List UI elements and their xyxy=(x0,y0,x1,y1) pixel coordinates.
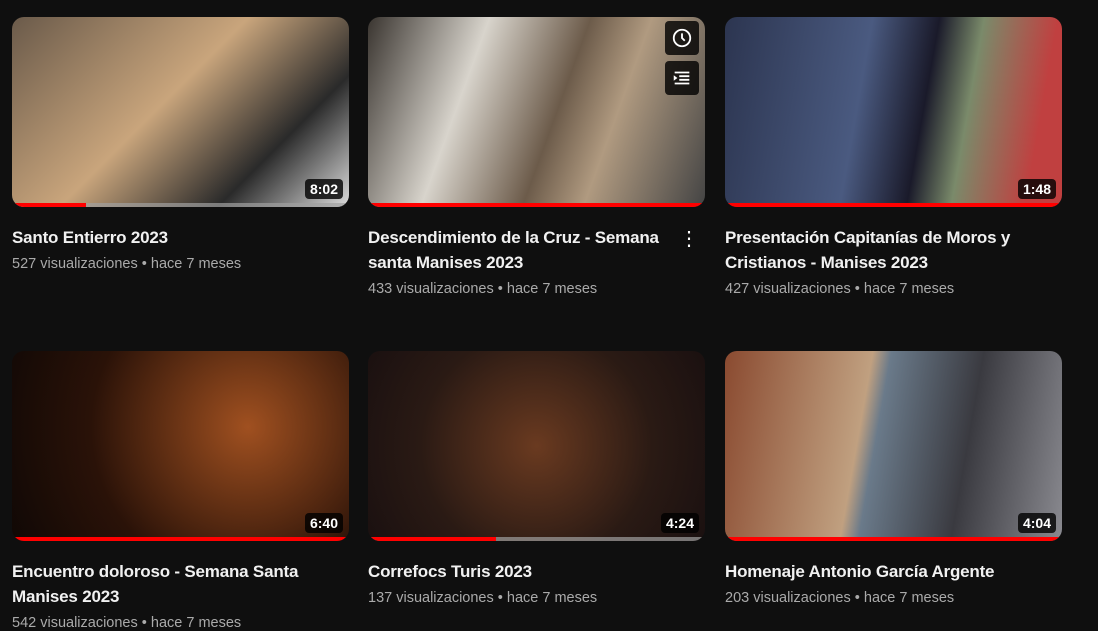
watch-later-button[interactable] xyxy=(665,21,699,55)
watch-progress-fill xyxy=(368,537,497,541)
meta-separator: • xyxy=(854,281,860,297)
video-meta: 527 visualizaciones • hace 7 meses xyxy=(12,256,349,272)
queue-icon xyxy=(673,71,690,85)
video-card[interactable]: 4:24 Correfocs Turis 2023 137 visualizac… xyxy=(368,351,705,606)
watch-progress-bar xyxy=(12,203,349,207)
watch-progress-bar xyxy=(368,537,705,541)
video-thumbnail[interactable]: 8:02 xyxy=(12,17,349,207)
thumbnail-image xyxy=(368,351,705,541)
watch-progress-fill xyxy=(725,537,1062,541)
video-title[interactable]: Santo Entierro 2023 xyxy=(12,225,349,250)
duration-badge: 8:02 xyxy=(304,179,343,199)
video-card[interactable]: 4:04 Homenaje Antonio García Argente 203… xyxy=(725,351,1062,606)
video-title[interactable]: Correfocs Turis 2023 xyxy=(368,559,705,584)
view-count: 433 visualizaciones xyxy=(368,281,494,297)
video-thumbnail[interactable]: 4:24 xyxy=(368,351,705,541)
video-title[interactable]: Encuentro doloroso - Semana Santa Manise… xyxy=(12,559,349,609)
thumbnail-image xyxy=(725,351,1062,541)
upload-age: hace 7 meses xyxy=(150,256,242,272)
watch-progress-bar xyxy=(725,203,1062,207)
meta-separator: • xyxy=(854,590,860,606)
meta-separator: • xyxy=(141,256,147,272)
thumbnail-image xyxy=(12,351,349,541)
view-count: 137 visualizaciones xyxy=(368,590,494,606)
video-meta: 137 visualizaciones • hace 7 meses xyxy=(368,590,705,606)
duration-badge: 1:48 xyxy=(1017,179,1056,199)
clock-icon xyxy=(672,28,692,48)
video-meta: 427 visualizaciones • hace 7 meses xyxy=(725,281,1062,297)
thumbnail-image xyxy=(12,17,349,207)
watch-progress-bar xyxy=(12,537,349,541)
video-meta: 542 visualizaciones • hace 7 meses xyxy=(12,615,349,631)
duration-badge: 6:40 xyxy=(304,513,343,533)
view-count: 427 visualizaciones xyxy=(725,281,851,297)
video-thumbnail[interactable]: 6:40 xyxy=(12,351,349,541)
watch-progress-fill xyxy=(12,537,349,541)
duration-badge: 4:24 xyxy=(660,513,699,533)
watch-progress-fill xyxy=(12,203,87,207)
video-thumbnail[interactable]: 1:48 xyxy=(725,17,1062,207)
video-card[interactable]: 1:48 Presentación Capitanías de Moros y … xyxy=(725,17,1062,297)
meta-separator: • xyxy=(141,615,147,631)
watch-progress-bar xyxy=(725,537,1062,541)
thumbnail-image xyxy=(368,17,705,207)
meta-separator: • xyxy=(497,281,503,297)
thumbnail-image xyxy=(725,17,1062,207)
upload-age: hace 7 meses xyxy=(863,590,955,606)
video-thumbnail[interactable]: 4:04 xyxy=(725,351,1062,541)
watch-progress-fill xyxy=(368,203,705,207)
upload-age: hace 7 meses xyxy=(506,590,598,606)
duration-badge: 4:04 xyxy=(1017,513,1056,533)
view-count: 542 visualizaciones xyxy=(12,615,138,631)
upload-age: hace 7 meses xyxy=(150,615,242,631)
add-to-queue-button[interactable] xyxy=(665,61,699,95)
video-title[interactable]: Descendimiento de la Cruz - Semana santa… xyxy=(368,225,705,275)
video-meta: 203 visualizaciones • hace 7 meses xyxy=(725,590,1062,606)
watch-progress-bar xyxy=(368,203,705,207)
video-card[interactable]: 6:40 Encuentro doloroso - Semana Santa M… xyxy=(12,351,349,631)
view-count: 527 visualizaciones xyxy=(12,256,138,272)
watch-progress-fill xyxy=(725,203,1062,207)
video-card[interactable]: 8:02 Santo Entierro 2023 527 visualizaci… xyxy=(12,17,349,272)
video-title[interactable]: Presentación Capitanías de Moros y Crist… xyxy=(725,225,1062,275)
upload-age: hace 7 meses xyxy=(863,281,955,297)
video-thumbnail[interactable] xyxy=(368,17,705,207)
video-meta: 433 visualizaciones • hace 7 meses xyxy=(368,281,705,297)
video-title[interactable]: Homenaje Antonio García Argente xyxy=(725,559,1062,584)
view-count: 203 visualizaciones xyxy=(725,590,851,606)
more-options-icon[interactable]: ⋮ xyxy=(679,227,699,251)
meta-separator: • xyxy=(497,590,503,606)
video-card[interactable]: Descendimiento de la Cruz - Semana santa… xyxy=(368,17,705,297)
upload-age: hace 7 meses xyxy=(506,281,598,297)
